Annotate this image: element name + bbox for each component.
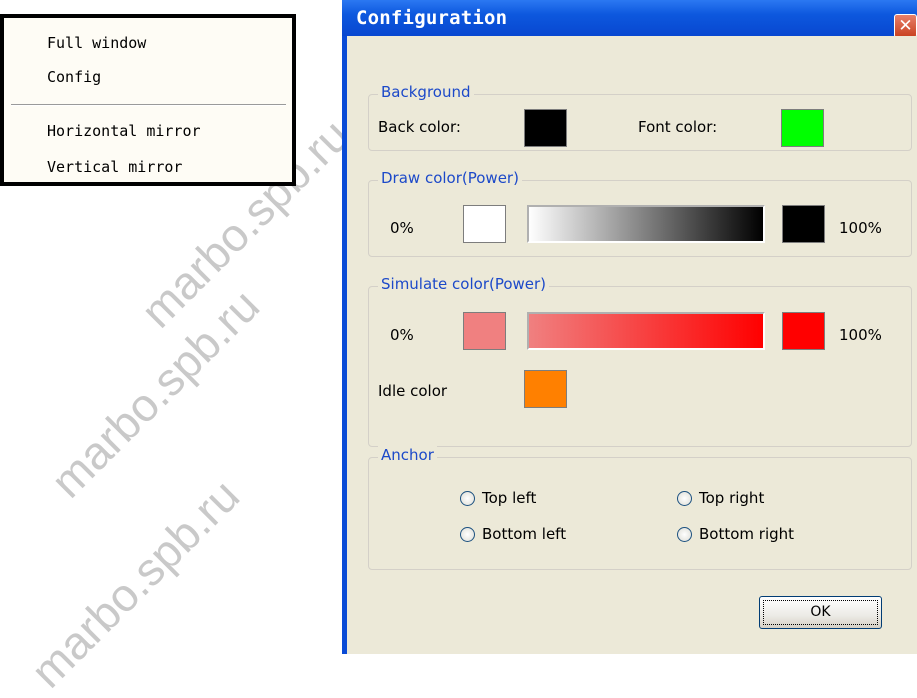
close-icon[interactable]: ✕ xyxy=(894,14,917,38)
simulate-min-color-swatch[interactable] xyxy=(463,312,506,350)
radio-bottom-right-label[interactable]: Bottom right xyxy=(699,525,794,543)
ok-button[interactable]: OK xyxy=(759,596,882,629)
menu-item-horizontal-mirror[interactable]: Horizontal mirror xyxy=(47,122,201,140)
title-bar[interactable]: Configuration ✕ xyxy=(342,0,917,38)
radio-top-right[interactable] xyxy=(677,491,692,506)
font-color-swatch[interactable] xyxy=(781,109,824,147)
draw-min-color-swatch[interactable] xyxy=(463,205,506,243)
anchor-group: Anchor Top left Top right Bottom left Bo… xyxy=(368,446,912,570)
draw-color-group: Draw color(Power) 0% 100% xyxy=(368,169,912,257)
group-title: Background xyxy=(378,83,474,101)
back-color-label: Back color: xyxy=(378,118,461,136)
idle-color-label: Idle color xyxy=(378,382,448,400)
simulate-max-label: 100% xyxy=(839,326,882,344)
background-group: Background Back color: Font color: xyxy=(368,83,912,151)
menu-item-config[interactable]: Config xyxy=(47,68,101,86)
draw-max-label: 100% xyxy=(839,219,882,237)
group-title: Draw color(Power) xyxy=(378,169,522,187)
watermark: marbo.spb.ru xyxy=(40,279,270,508)
font-color-label: Font color: xyxy=(638,118,718,136)
draw-color-gradient xyxy=(527,205,765,243)
radio-top-right-label[interactable]: Top right xyxy=(699,489,764,507)
radio-bottom-left-label[interactable]: Bottom left xyxy=(482,525,566,543)
dialog-body: Background Back color: Font color: Draw … xyxy=(347,36,917,654)
configuration-dialog: Configuration ✕ Background Back color: F… xyxy=(342,0,917,654)
radio-bottom-right[interactable] xyxy=(677,527,692,542)
simulate-min-label: 0% xyxy=(390,326,414,344)
radio-bottom-left[interactable] xyxy=(460,527,475,542)
simulate-color-gradient xyxy=(527,312,765,350)
back-color-swatch[interactable] xyxy=(524,109,567,147)
menu-item-full-window[interactable]: Full window xyxy=(47,34,146,52)
radio-top-left[interactable] xyxy=(460,491,475,506)
dialog-title: Configuration xyxy=(356,7,508,29)
draw-max-color-swatch[interactable] xyxy=(782,205,825,243)
watermark: marbo.spb.ru xyxy=(20,469,250,698)
menu-item-vertical-mirror[interactable]: Vertical mirror xyxy=(47,158,182,176)
simulate-max-color-swatch[interactable] xyxy=(782,312,825,350)
draw-min-label: 0% xyxy=(390,219,414,237)
idle-color-swatch[interactable] xyxy=(524,370,567,408)
context-menu: Full window Config Horizontal mirror Ver… xyxy=(0,14,296,186)
group-title: Simulate color(Power) xyxy=(378,275,550,293)
simulate-color-group: Simulate color(Power) 0% 100% Idle color xyxy=(368,275,912,447)
menu-separator xyxy=(11,104,286,106)
ok-button-label: OK xyxy=(810,604,831,620)
radio-top-left-label[interactable]: Top left xyxy=(482,489,536,507)
group-title: Anchor xyxy=(378,446,437,464)
